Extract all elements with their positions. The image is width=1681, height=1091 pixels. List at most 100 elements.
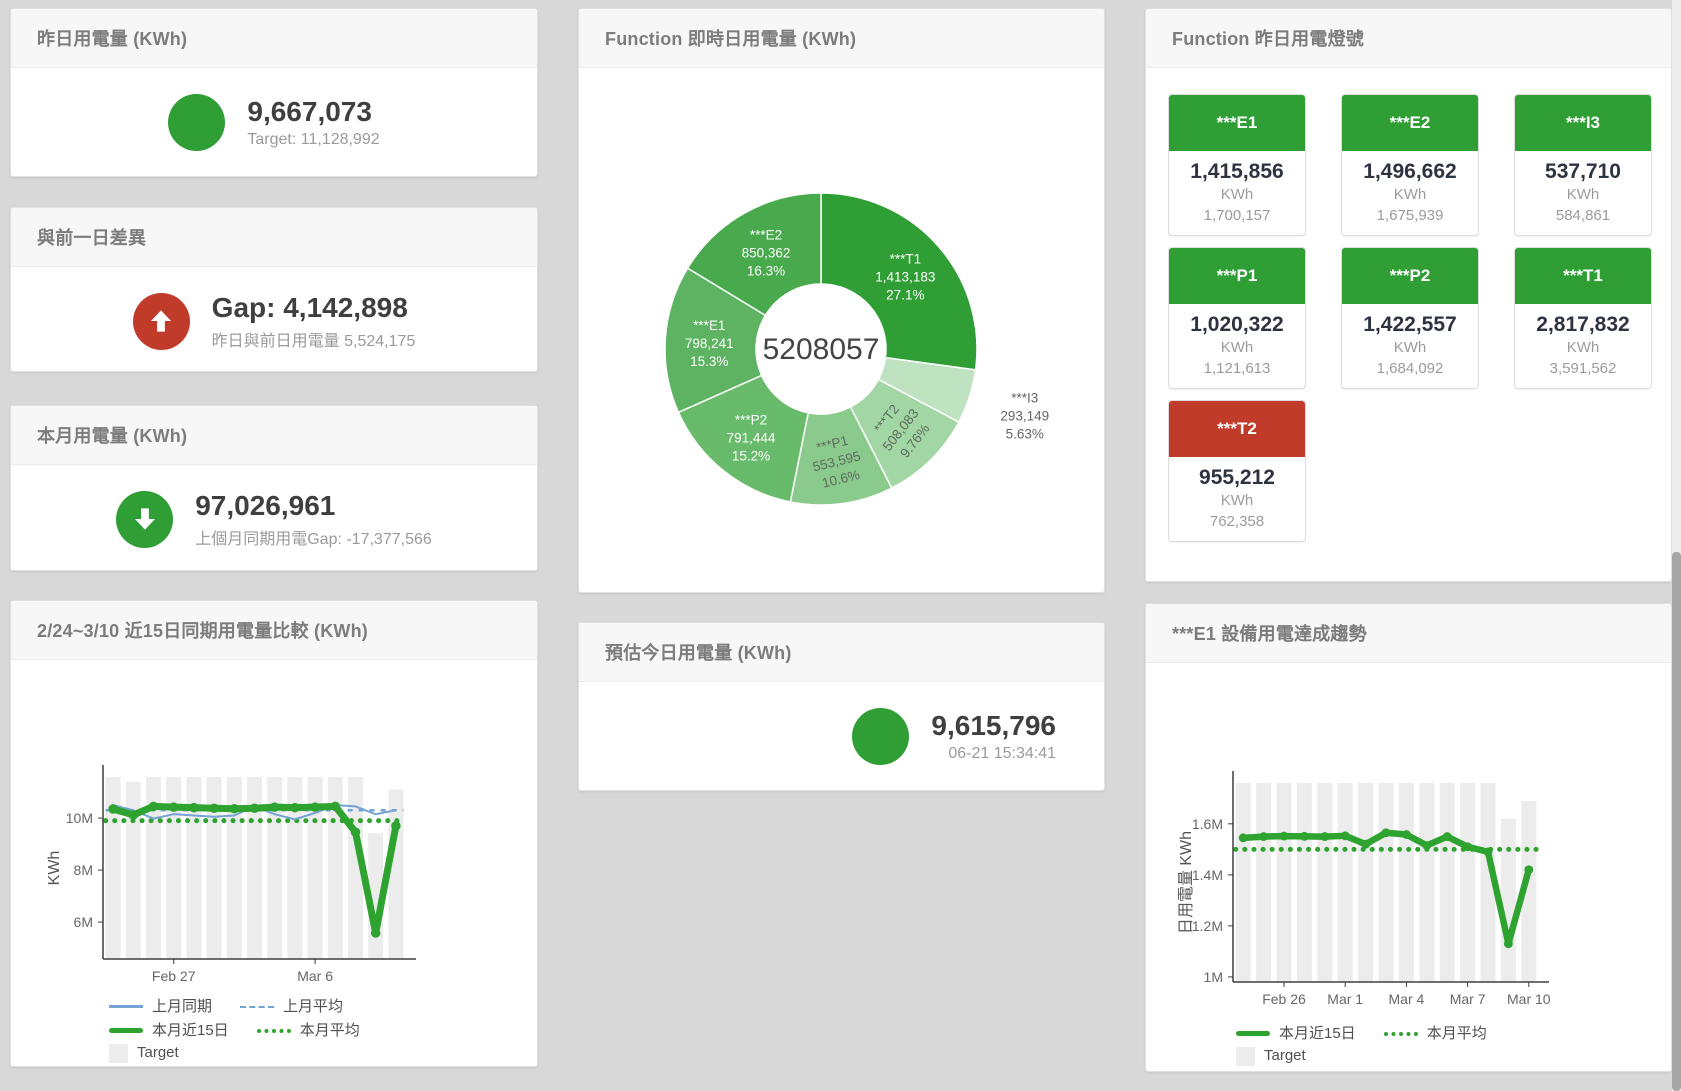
tile-unit: KWh xyxy=(1169,490,1305,512)
data-point xyxy=(1504,939,1513,948)
legend-label: 本月平均 xyxy=(300,1020,360,1042)
data-point xyxy=(209,803,219,813)
y-tick-label: 1.2M xyxy=(1192,918,1223,934)
right-column: Function 昨日用電燈號 ***E11,415,856KWh1,700,1… xyxy=(1145,8,1672,1072)
legend-label: 本月平均 xyxy=(1427,1023,1487,1045)
data-point xyxy=(391,821,401,831)
tile-unit: KWh xyxy=(1342,184,1478,206)
card-title-yesterday: 昨日用電量 (KWh) xyxy=(37,25,187,51)
legend-swatch xyxy=(1236,1047,1255,1066)
tile-unit: KWh xyxy=(1515,184,1651,206)
card-compare-chart: 2/24~3/10 近15日同期用電量比較 (KWh) 6M8M10MFeb 2… xyxy=(10,600,538,1067)
realtime-donut-chart[interactable]: ***T11,413,18327.1%***I3293,1495.63%***T… xyxy=(579,68,1104,591)
y-axis-label: KWh xyxy=(46,851,63,886)
e1-chart-legend: 本月近15日 本月平均 Target xyxy=(1236,1021,1671,1072)
data-point xyxy=(1280,832,1289,841)
tile-unit: KWh xyxy=(1342,337,1478,359)
legend-item-本月近15日[interactable]: 本月近15日 xyxy=(1236,1023,1356,1045)
scrollbar-thumb[interactable] xyxy=(1672,552,1681,1091)
tile-target-value: 3,591,562 xyxy=(1515,359,1651,379)
card-lights: Function 昨日用電燈號 ***E11,415,856KWh1,700,1… xyxy=(1145,8,1672,582)
light-tile-I3[interactable]: ***I3537,710KWh584,861 xyxy=(1514,94,1652,236)
legend-item-本月近15日[interactable]: 本月近15日 xyxy=(109,1020,229,1042)
month-stat: 97,026,961 上個月同期用電Gap: -17,377,566 xyxy=(11,465,537,571)
tile-value: 1,496,662 xyxy=(1342,159,1478,184)
left-column: 昨日用電量 (KWh) 9,667,073 Target: 11,128,992… xyxy=(10,8,538,1067)
card-today-estimate: 預估今日用電量 (KWh) 9,615,796 06-21 15:34:41 xyxy=(578,622,1105,791)
yesterday-value: 9,667,073 xyxy=(247,96,379,128)
card-title-compare: 2/24~3/10 近15日同期用電量比較 (KWh) xyxy=(37,617,368,643)
card-title-e1-trend: ***E1 設備用電達成趨勢 xyxy=(1172,620,1367,646)
vertical-scrollbar[interactable] xyxy=(1672,0,1681,1091)
tile-unit: KWh xyxy=(1515,337,1651,359)
light-tile-T2[interactable]: ***T2955,212KWh762,358 xyxy=(1168,400,1306,542)
light-tile-P2[interactable]: ***P21,422,557KWh1,684,092 xyxy=(1341,247,1479,389)
x-tick-label: Mar 4 xyxy=(1389,991,1425,1007)
data-point xyxy=(270,802,280,812)
card-title-gap: 與前一日差異 xyxy=(37,224,146,250)
legend-swatch xyxy=(257,1029,291,1033)
data-point xyxy=(169,802,179,812)
today-value: 9,615,796 xyxy=(931,710,1056,742)
data-point xyxy=(310,802,320,812)
legend-label: 本月近15日 xyxy=(152,1020,229,1042)
card-realtime-donut: Function 即時日用電量 (KWh) ***T11,413,18327.1… xyxy=(578,8,1105,593)
legend-label: 本月近15日 xyxy=(1279,1023,1356,1045)
light-tile-E2[interactable]: ***E2 1,496,662KWh1,675,939 xyxy=(1341,94,1479,236)
card-title-today: 預估今日用電量 (KWh) xyxy=(605,639,792,665)
legend-swatch xyxy=(1236,1031,1270,1036)
tile-target-value: 1,675,939 xyxy=(1342,206,1478,226)
legend-label: 上月同期 xyxy=(152,996,212,1018)
light-tile-T1[interactable]: ***T1 2,817,832KWh3,591,562 xyxy=(1514,247,1652,389)
legend-item-本月平均[interactable]: 本月平均 xyxy=(257,1020,360,1042)
tile-value: 2,817,832 xyxy=(1515,312,1651,337)
target-bar xyxy=(1277,783,1292,982)
data-point xyxy=(1484,847,1493,856)
e1-trend-chart: 1M1.2M1.4M1.6MFeb 26Mar 1Mar 4Mar 7Mar 1… xyxy=(1146,663,1671,1008)
gap-stat: Gap: 4,142,898 昨日與前日用電量 5,524,175 xyxy=(11,267,537,372)
data-point xyxy=(149,802,159,812)
tile-value: 1,422,557 xyxy=(1342,312,1478,337)
light-tile-E1[interactable]: ***E11,415,856KWh1,700,157 xyxy=(1168,94,1306,236)
y-tick-label: 8M xyxy=(74,862,93,878)
data-point xyxy=(1402,830,1411,839)
x-tick-label: Mar 1 xyxy=(1327,991,1363,1007)
legend-swatch xyxy=(240,1006,274,1008)
tile-target-value: 1,121,613 xyxy=(1169,359,1305,379)
tile-status-header: ***I3 xyxy=(1515,95,1651,151)
legend-item-Target[interactable]: Target xyxy=(1236,1045,1306,1067)
target-bar xyxy=(1379,783,1394,982)
target-bar xyxy=(1236,783,1251,982)
legend-item-上月同期[interactable]: 上月同期 xyxy=(109,996,212,1018)
legend-swatch xyxy=(109,1005,143,1008)
data-point xyxy=(1443,832,1452,841)
x-tick-label: Mar 10 xyxy=(1507,991,1551,1007)
card-title-month: 本月用電量 (KWh) xyxy=(37,422,187,448)
tile-target-value: 1,684,092 xyxy=(1342,359,1478,379)
card-e1-trend: ***E1 設備用電達成趨勢 1M1.2M1.4M1.6MFeb 26Mar 1… xyxy=(1145,603,1672,1072)
tile-status-header: ***T1 xyxy=(1515,248,1651,304)
light-tile-P1[interactable]: ***P11,020,322KWh1,121,613 xyxy=(1168,247,1306,389)
data-point xyxy=(1422,841,1431,850)
data-point xyxy=(1300,832,1309,841)
tile-status-header: ***E2 xyxy=(1342,95,1478,151)
target-bar xyxy=(1501,819,1516,982)
target-bar xyxy=(1440,783,1455,982)
legend-item-本月平均[interactable]: 本月平均 xyxy=(1384,1023,1487,1045)
target-bar xyxy=(1358,783,1373,982)
data-point xyxy=(230,804,240,814)
compare-trend-chart: 6M8M10MFeb 27Mar 6KWh xyxy=(11,660,537,982)
legend-item-上月平均[interactable]: 上月平均 xyxy=(240,996,343,1018)
card-header: 本月用電量 (KWh) xyxy=(11,406,537,465)
card-header: 2/24~3/10 近15日同期用電量比較 (KWh) xyxy=(11,601,537,660)
target-bar xyxy=(1256,783,1271,982)
legend-item-Target[interactable]: Target xyxy=(109,1042,179,1064)
card-month-usage: 本月用電量 (KWh) 97,026,961 上個月同期用電Gap: -17,3… xyxy=(10,405,538,571)
legend-label: 上月平均 xyxy=(283,996,343,1018)
y-tick-label: 10M xyxy=(66,810,93,826)
arrow-up-icon xyxy=(146,306,176,336)
month-value: 97,026,961 xyxy=(195,490,432,522)
today-timestamp: 06-21 15:34:41 xyxy=(931,745,1056,763)
tile-target-value: 762,358 xyxy=(1169,512,1305,532)
data-point xyxy=(1382,828,1391,837)
